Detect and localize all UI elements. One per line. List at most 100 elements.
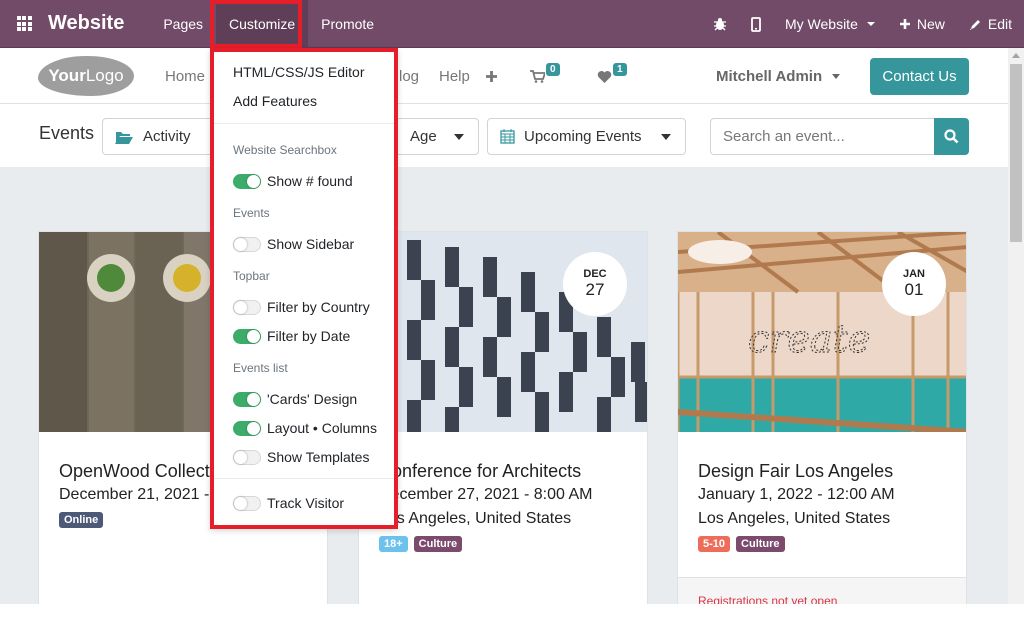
caret-down-icon xyxy=(454,133,464,140)
toggle-switch-off[interactable] xyxy=(233,449,261,465)
page-scrollbar[interactable] xyxy=(1008,48,1024,604)
event-cover-image: DEC 27 xyxy=(359,232,647,432)
nav-promote[interactable]: Promote xyxy=(308,0,387,48)
new-button[interactable]: New xyxy=(887,16,957,32)
toggle-switch-on[interactable] xyxy=(233,391,261,407)
event-cover-image: create JAN 01 xyxy=(678,232,966,432)
event-card-body: Design Fair Los Angeles January 1, 2022 … xyxy=(698,461,956,552)
toggle-filter-country[interactable]: Filter by Country xyxy=(233,299,370,315)
event-card-body: Conference for Architects December 27, 2… xyxy=(379,461,637,552)
toggle-filter-date[interactable]: Filter by Date xyxy=(233,328,350,344)
site-nav-blog[interactable]: log xyxy=(399,48,419,104)
date-filter-label: Upcoming Events xyxy=(524,128,642,145)
site-nav-blog-label: log xyxy=(399,67,420,85)
menu-divider xyxy=(214,478,394,479)
toggle-label: Show Sidebar xyxy=(267,236,355,252)
toggle-track-visitor[interactable]: Track Visitor xyxy=(233,495,344,511)
toggle-label: Track Visitor xyxy=(267,495,345,511)
section-header-events: Events xyxy=(233,206,270,220)
debug-button[interactable] xyxy=(701,17,739,31)
site-logo[interactable]: Your Logo xyxy=(38,56,134,96)
toggle-switch-off[interactable] xyxy=(233,236,261,252)
cart-link[interactable]: 0 xyxy=(530,48,560,104)
event-date: December 27, 2021 - 8:00 AM xyxy=(379,486,593,503)
event-date: January 1, 2022 - 12:00 AM xyxy=(698,486,895,503)
website-selector-label: My Website xyxy=(784,16,858,32)
date-filter[interactable]: Upcoming Events xyxy=(487,118,686,155)
menu-item-add-features[interactable]: Add Features xyxy=(233,93,317,109)
edit-label: Edit xyxy=(987,16,1012,32)
mobile-icon xyxy=(751,16,761,32)
nav-customize[interactable]: Customize xyxy=(216,0,309,48)
age-filter[interactable]: Age xyxy=(395,118,479,155)
plus-icon xyxy=(899,19,910,29)
edit-button[interactable]: Edit xyxy=(957,16,1024,32)
event-day: 27 xyxy=(585,280,605,299)
age-filter-label: Age xyxy=(410,128,437,145)
site-nav-help-label: Help xyxy=(439,67,470,85)
user-menu[interactable]: Mitchell Admin xyxy=(716,48,841,104)
viewport-bottom xyxy=(0,604,1024,617)
event-tag: Culture xyxy=(736,536,785,552)
toggle-cards-design[interactable]: 'Cards' Design xyxy=(233,391,357,407)
registration-status: Registrations not yet open xyxy=(678,577,966,604)
plus-icon xyxy=(486,70,497,82)
toggle-show-found[interactable]: Show # found xyxy=(233,173,353,189)
toggle-label: 'Cards' Design xyxy=(267,391,358,407)
toggle-label: Show Templates xyxy=(267,449,370,465)
event-location: Los Angeles, United States xyxy=(379,510,572,527)
toggle-label: Show # found xyxy=(267,173,353,189)
menu-item-html-editor[interactable]: HTML/CSS/JS Editor xyxy=(233,64,364,80)
toggle-switch-on[interactable] xyxy=(233,173,261,189)
caret-down-icon xyxy=(832,73,841,79)
event-month: DEC xyxy=(583,268,607,280)
event-tags: 18+ Culture xyxy=(379,536,637,552)
event-tag: Culture xyxy=(413,536,463,552)
event-name[interactable]: Conference for Architects xyxy=(379,461,637,482)
event-tag: Online xyxy=(59,512,104,528)
event-date-bubble: DEC 27 xyxy=(563,252,627,316)
event-name[interactable]: Design Fair Los Angeles xyxy=(698,461,956,482)
scrollbar-thumb[interactable] xyxy=(1010,64,1022,242)
website-selector[interactable]: My Website xyxy=(773,16,887,32)
logo-light-text: Logo xyxy=(85,66,124,85)
admin-navbar: Website Pages Customize Promote My Websi… xyxy=(0,0,1024,48)
events-filter-bar: Events Activity Age Upcoming Events xyxy=(0,105,1008,168)
event-month: JAN xyxy=(902,268,925,280)
event-location: Los Angeles, United States xyxy=(698,510,891,527)
event-day: 01 xyxy=(904,280,924,299)
search-button[interactable] xyxy=(934,118,969,155)
toggle-show-sidebar[interactable]: Show Sidebar xyxy=(233,236,354,252)
user-name: Mitchell Admin xyxy=(716,67,823,85)
scroll-up-arrow-icon[interactable] xyxy=(1012,53,1020,58)
folder-open-icon xyxy=(115,131,133,144)
event-search-input[interactable] xyxy=(710,118,934,155)
site-nav-help[interactable]: Help xyxy=(439,48,470,104)
site-nav-home[interactable]: Home xyxy=(165,48,205,104)
site-nav-home-label: Home xyxy=(165,67,206,85)
events-list: OpenWood Collection Online Reveal Decemb… xyxy=(0,168,1008,604)
apps-menu-button[interactable] xyxy=(0,0,48,48)
event-card[interactable]: DEC 27 Conference for Architects Decembe… xyxy=(358,231,648,604)
nav-pages[interactable]: Pages xyxy=(150,0,216,48)
toggle-switch-on[interactable] xyxy=(233,328,261,344)
event-tags: 5-10 Culture xyxy=(698,536,956,552)
toggle-show-templates[interactable]: Show Templates xyxy=(233,449,369,465)
section-header-searchbox: Website Searchbox xyxy=(233,143,337,157)
grid-icon xyxy=(16,16,32,31)
contact-us-button[interactable]: Contact Us xyxy=(870,58,969,95)
event-date-bubble: JAN 01 xyxy=(882,252,946,316)
event-card[interactable]: create JAN 01 Design Fair Los Angeles Ja… xyxy=(677,231,967,604)
event-search xyxy=(710,118,969,155)
calendar-icon xyxy=(500,129,515,144)
toggle-switch-off[interactable] xyxy=(233,299,261,315)
mobile-preview-button[interactable] xyxy=(739,16,773,32)
toggle-label: Layout • Columns xyxy=(267,420,377,436)
events-title: Events xyxy=(39,123,95,143)
add-menu-button[interactable] xyxy=(485,48,498,104)
wishlist-link[interactable]: 1 xyxy=(597,48,627,104)
toggle-layout-columns[interactable]: Layout • Columns xyxy=(233,420,377,436)
toggle-switch-off[interactable] xyxy=(233,495,261,511)
toggle-switch-on[interactable] xyxy=(233,420,261,436)
search-icon xyxy=(944,129,959,144)
